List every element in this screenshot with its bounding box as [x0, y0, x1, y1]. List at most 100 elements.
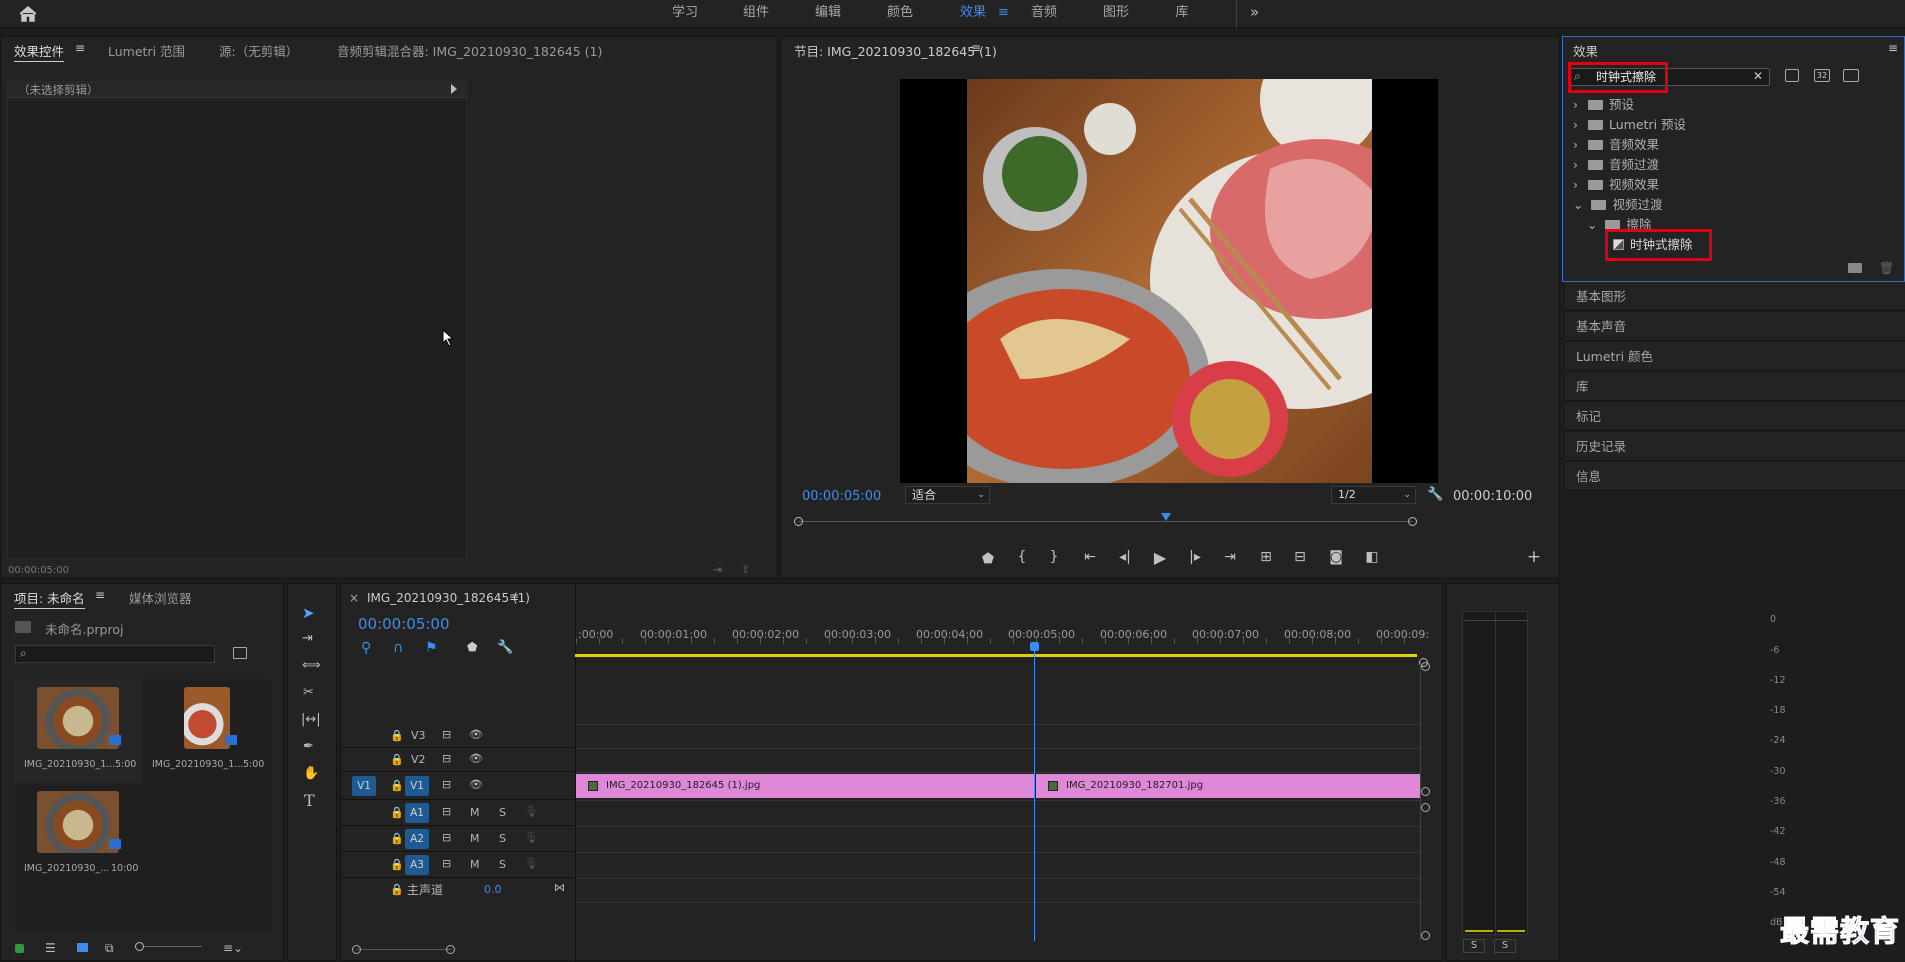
program-playhead-timecode[interactable]: 00:00:05:00 — [802, 489, 881, 504]
project-item[interactable]: IMG_20210930_1... 5:00 — [15, 679, 143, 783]
panel-menu-icon[interactable]: ≡ — [509, 590, 519, 604]
program-video-frame[interactable] — [900, 79, 1438, 483]
solo-button[interactable]: S — [499, 832, 506, 845]
workspace-tab-effects[interactable]: 效果 — [948, 0, 998, 28]
tree-item-video-transitions[interactable]: ⌄ 视频过渡 — [1573, 195, 1663, 215]
lock-icon[interactable]: 🔒 — [390, 779, 404, 792]
type-tool-icon[interactable]: T — [304, 791, 315, 810]
tree-item-lumetri-presets[interactable]: › Lumetri 预设 — [1573, 115, 1686, 135]
selection-tool-icon[interactable]: ➤ — [302, 604, 315, 622]
zoom-slider-handle[interactable] — [135, 942, 144, 951]
linked-selection-icon[interactable]: ⚑ — [425, 640, 438, 656]
workspace-tab-libraries[interactable]: 库 — [1158, 0, 1206, 28]
project-search-input[interactable]: ⌕ — [15, 645, 215, 663]
microphone-icon[interactable]: 🎙 — [524, 831, 538, 844]
lift-icon[interactable]: ⊞ — [1255, 549, 1277, 565]
workspace-tab-audio[interactable]: 音频 — [1020, 0, 1068, 28]
program-playhead[interactable] — [1161, 513, 1171, 521]
home-icon[interactable] — [18, 5, 38, 23]
solo-right-button[interactable]: S — [1494, 939, 1516, 953]
sync-lock-icon[interactable]: ⊟ — [442, 805, 451, 818]
solo-button[interactable]: S — [499, 806, 506, 819]
step-forward-icon[interactable]: |▸ — [1184, 549, 1206, 565]
section-lumetri-color[interactable]: Lumetri 颜色 — [1565, 342, 1905, 371]
master-volume-value[interactable]: 0.0 — [484, 883, 502, 896]
list-view-icon[interactable]: ☰ — [45, 941, 56, 955]
horizontal-scroll-handle[interactable] — [352, 945, 361, 954]
source-patch-v1[interactable]: V1 — [352, 776, 376, 796]
sequence-tab[interactable]: IMG_20210930_182645 (1) — [367, 591, 530, 605]
solo-left-button[interactable]: S — [1463, 939, 1485, 953]
track-target-a1[interactable]: A1 — [405, 803, 429, 823]
workspace-menu-icon[interactable]: ≡ — [998, 5, 1009, 20]
solo-button[interactable]: S — [499, 858, 506, 871]
workspace-tab-graphics[interactable]: 图形 — [1092, 0, 1140, 28]
tab-lumetri-scope[interactable]: Lumetri 范围 — [108, 41, 185, 60]
close-sequence-icon[interactable]: × — [349, 591, 359, 605]
vertical-scroll-handle[interactable] — [1421, 662, 1430, 671]
timeline-clip-1[interactable]: IMG_20210930_182645 (1).jpg — [576, 774, 1034, 798]
section-info[interactable]: 信息 — [1565, 462, 1905, 491]
add-button-icon[interactable]: + — [1523, 547, 1545, 567]
hand-tool-icon[interactable]: ✋ — [303, 766, 319, 781]
go-to-out-icon[interactable]: ⇥ — [1219, 549, 1241, 565]
slip-tool-icon[interactable]: |↔| — [301, 712, 321, 727]
wrench-icon[interactable]: 🔧 — [1427, 487, 1443, 502]
vertical-scroll-handle[interactable] — [1421, 803, 1430, 812]
mark-in-icon[interactable]: { — [1011, 549, 1033, 565]
freeform-view-icon[interactable]: ⧉ — [105, 941, 114, 956]
extract-icon[interactable]: ⊟ — [1289, 549, 1311, 565]
track-target-v1[interactable]: V1 — [405, 776, 429, 796]
tab-audio-clip-mixer[interactable]: 音频剪辑混合器: IMG_20210930_182645 (1) — [337, 41, 602, 60]
timeline-playhead-line[interactable] — [1034, 646, 1035, 941]
collapse-icon[interactable]: ⋈ — [554, 881, 565, 894]
workspace-tab-color[interactable]: 颜色 — [876, 0, 924, 28]
tab-media-browser[interactable]: 媒体浏览器 — [129, 588, 192, 607]
vertical-scroll-handle[interactable] — [1421, 931, 1430, 940]
sort-icon[interactable]: ≡⌄ — [223, 941, 243, 955]
lock-icon[interactable] — [15, 944, 24, 953]
horizontal-scrollbar[interactable] — [356, 949, 452, 950]
expand-arrow-icon[interactable] — [451, 84, 457, 94]
sync-lock-icon[interactable]: ⊟ — [442, 831, 451, 844]
workspace-tab-assembly[interactable]: 组件 — [732, 0, 780, 28]
lock-icon[interactable]: 🔒 — [390, 753, 404, 766]
add-marker-icon[interactable]: ⬟ — [977, 551, 999, 567]
panel-menu-icon[interactable]: ≡ — [1888, 41, 1898, 55]
delete-icon[interactable]: 🗑 — [1879, 261, 1894, 275]
add-marker-icon[interactable]: ⬟ — [467, 640, 477, 654]
timeline-settings-icon[interactable]: 🔧 — [497, 640, 513, 655]
vertical-scroll-handle[interactable] — [1421, 787, 1430, 796]
section-history[interactable]: 历史记录 — [1565, 432, 1905, 461]
horizontal-scroll-handle[interactable] — [446, 945, 455, 954]
sync-lock-icon[interactable]: ⊟ — [442, 857, 451, 870]
sync-lock-icon[interactable]: ⊟ — [442, 778, 451, 791]
tab-effect-controls[interactable]: 效果控件 — [14, 41, 65, 62]
snap-icon[interactable]: ∩ — [393, 640, 403, 656]
mute-button[interactable]: M — [470, 806, 480, 819]
tree-item-audio-transitions[interactable]: › 音频过渡 — [1573, 155, 1659, 175]
mute-button[interactable]: M — [470, 832, 480, 845]
timeline-playhead-handle[interactable] — [1030, 642, 1039, 651]
in-handle[interactable] — [794, 517, 803, 526]
play-icon[interactable]: ▶ — [1149, 548, 1171, 567]
project-item[interactable]: IMG_20210930_1... 5:00 — [143, 679, 271, 783]
timeline-timecode[interactable]: 00:00:05:00 — [358, 615, 450, 633]
clear-search-icon[interactable]: ✕ — [1753, 69, 1763, 83]
sync-lock-icon[interactable]: ⊟ — [442, 752, 451, 765]
accelerated-effects-icon[interactable] — [1785, 69, 1799, 82]
fit-select[interactable]: 适合 ⌄ — [905, 486, 990, 504]
section-essential-sound[interactable]: 基本声音 — [1565, 312, 1905, 341]
lock-icon[interactable]: 🔒 — [390, 806, 404, 819]
mark-out-icon[interactable]: } — [1043, 549, 1065, 565]
section-libraries[interactable]: 库 — [1565, 372, 1905, 401]
eye-icon[interactable]: 👁 — [469, 752, 483, 765]
section-essential-graphics[interactable]: 基本图形 — [1565, 282, 1905, 311]
panel-menu-icon[interactable]: ≡ — [95, 588, 105, 602]
zoom-slider[interactable] — [144, 946, 202, 947]
lock-icon[interactable]: 🔒 — [390, 832, 404, 845]
microphone-icon[interactable]: 🎙 — [524, 805, 538, 818]
work-area-bar[interactable] — [575, 654, 1417, 657]
tree-item-presets[interactable]: › 预设 — [1573, 95, 1634, 115]
workspace-tab-editing[interactable]: 编辑 — [804, 0, 852, 28]
